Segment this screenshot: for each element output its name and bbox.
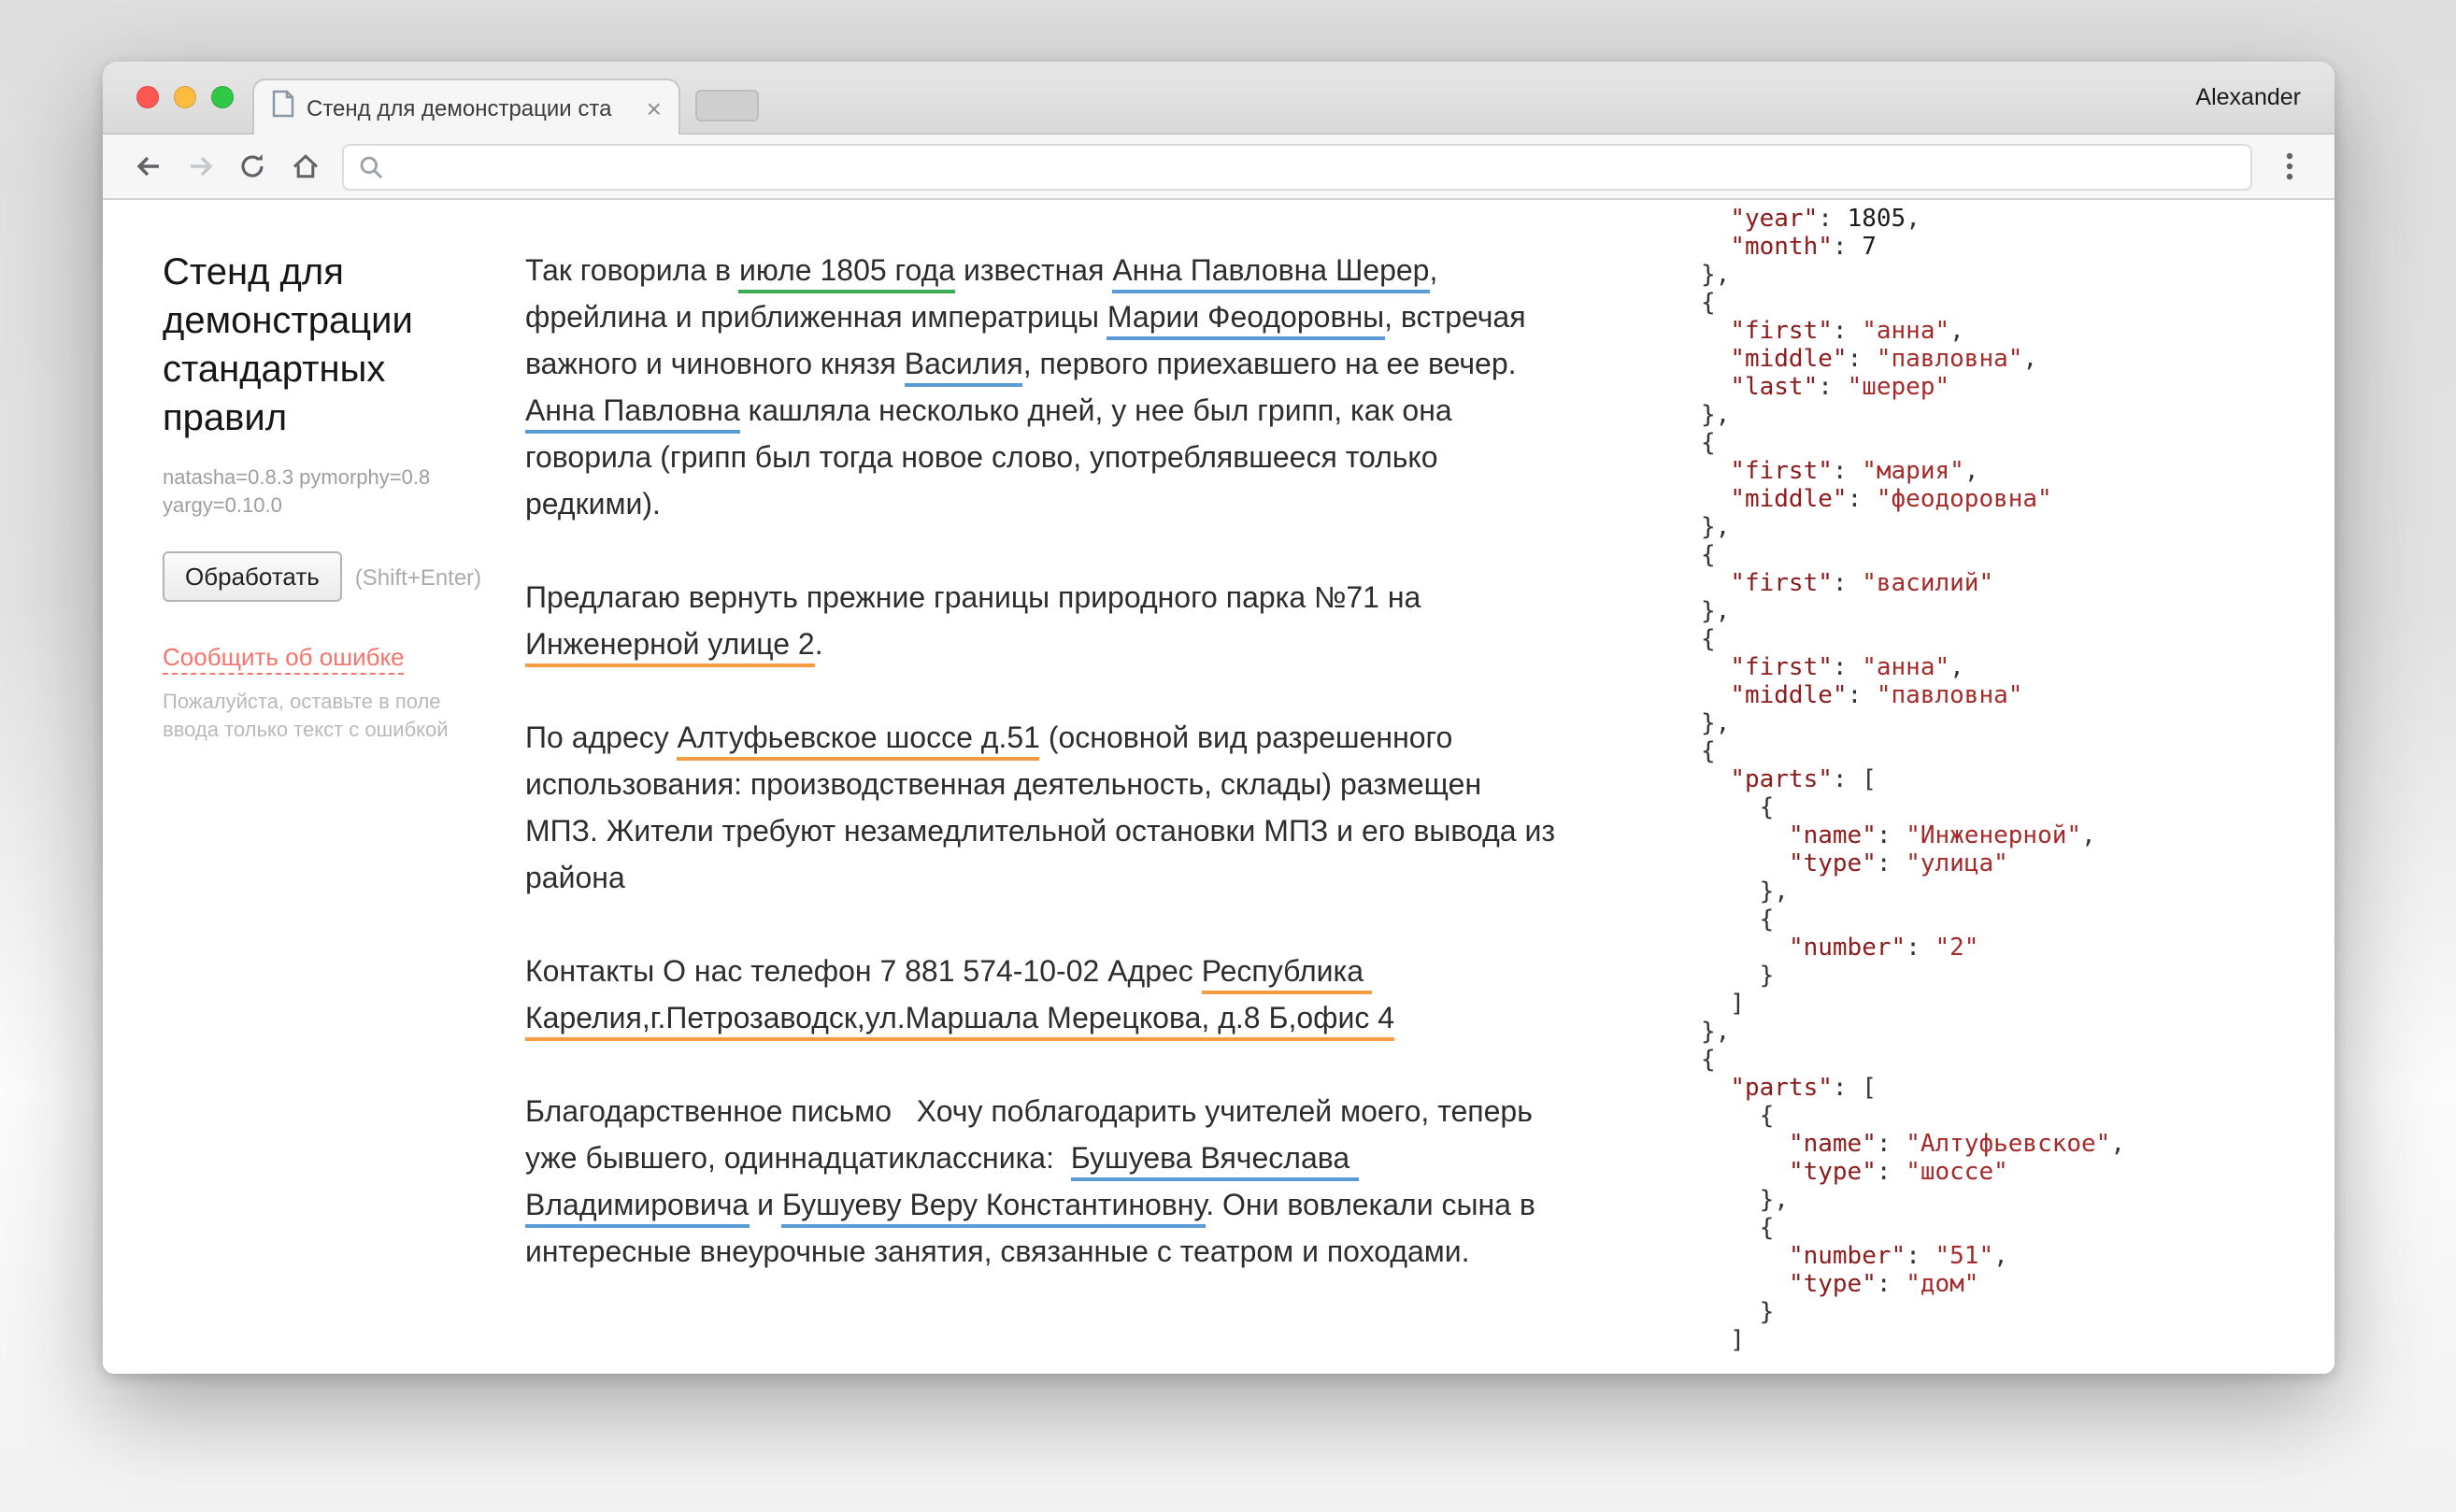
json-output: "year": 1805, "month": 7 }, { "first": "… (1701, 206, 2125, 1355)
address-entity: Инженерной улице 2 (525, 630, 815, 667)
text-paragraph: Предлагаю вернуть прежние границы природ… (525, 576, 1557, 669)
name-entity: Анна Павловна (525, 396, 740, 434)
version-info: natasha=0.8.3 pymorphy=0.8 yargy=0.10.0 (163, 467, 431, 518)
text-segment: По адресу (525, 723, 678, 755)
name-entity: Бушуеву Веру Константиновну (781, 1191, 1207, 1228)
text-segment: , первого приехавшего на ее вечер. (1022, 349, 1525, 381)
text-paragraph: По адресу Алтуфьевское шоссе д.51 (основ… (525, 716, 1557, 903)
process-button[interactable]: Обработать (163, 551, 342, 602)
json-panel: "year": 1805, "month": 7 }, { "first": "… (1664, 200, 2335, 1374)
text-segment: Предлагаю вернуть прежние границы природ… (525, 583, 1430, 615)
text-segment: известная (955, 256, 1113, 288)
address-input[interactable] (394, 152, 2235, 180)
page-content: Стенд для демонстрации стандартных прави… (103, 200, 2335, 1374)
text-paragraph: Благодарственное письмо Хочу поблагодари… (525, 1090, 1557, 1277)
text-segment: Контакты О нас телефон 7 881 574-10-02 А… (525, 957, 1202, 989)
text-segment: . (814, 630, 823, 662)
name-entity: Василия (904, 349, 1023, 387)
name-entity: Анна Павловна Шерер (1112, 256, 1430, 293)
page-title: Стенд для демонстрации стандартных прави… (163, 252, 413, 439)
text-segment: Так говорила в (525, 256, 739, 288)
tab-close-icon[interactable]: × (647, 94, 662, 121)
browser-window: Стенд для демонстрации ста × Alexander С… (103, 62, 2335, 1374)
browser-toolbar (103, 135, 2335, 200)
desktop-background: Стенд для демонстрации ста × Alexander С… (0, 0, 2456, 1512)
home-button[interactable] (278, 140, 331, 193)
page-favicon-icon (271, 89, 295, 126)
window-titlebar[interactable]: Стенд для демонстрации ста × Alexander (103, 62, 2335, 135)
tab-title: Стенд для демонстрации ста (307, 94, 612, 121)
sidebar: Стенд для демонстрации стандартных прави… (103, 200, 525, 1374)
report-note: Пожалуйста, оставьте в поле ввода только… (163, 692, 449, 741)
text-segment: и (749, 1191, 782, 1222)
search-icon (359, 154, 383, 178)
menu-button[interactable] (2263, 140, 2316, 193)
back-button[interactable] (121, 140, 174, 193)
text-paragraph: Контакты О нас телефон 7 881 574-10-02 А… (525, 949, 1557, 1043)
text-segment: Благодарственное письмо Хочу поблагодари… (525, 1097, 1541, 1176)
name-entity: Марии Феодоровны (1107, 303, 1385, 340)
report-error-link[interactable]: Сообщить об ошибке (163, 643, 405, 675)
address-entity: Алтуфьевское шоссе д.51 (677, 723, 1040, 761)
browser-tab[interactable]: Стенд для демонстрации ста × (252, 78, 680, 135)
date-entity: июле 1805 года (738, 256, 956, 293)
close-window-button[interactable] (136, 86, 159, 108)
shortcut-hint: (Shift+Enter) (354, 563, 482, 590)
profile-name: Alexander (2195, 84, 2301, 110)
forward-button[interactable] (174, 140, 226, 193)
text-input-area[interactable]: Так говорила в июле 1805 года известная … (525, 200, 1664, 1374)
traffic-lights (136, 86, 234, 108)
address-bar[interactable] (342, 143, 2252, 190)
zoom-window-button[interactable] (211, 86, 234, 108)
text-paragraph: Так говорила в июле 1805 года известная … (525, 249, 1557, 529)
minimize-window-button[interactable] (174, 86, 196, 108)
reload-button[interactable] (226, 140, 278, 193)
new-tab-button[interactable] (695, 89, 759, 121)
